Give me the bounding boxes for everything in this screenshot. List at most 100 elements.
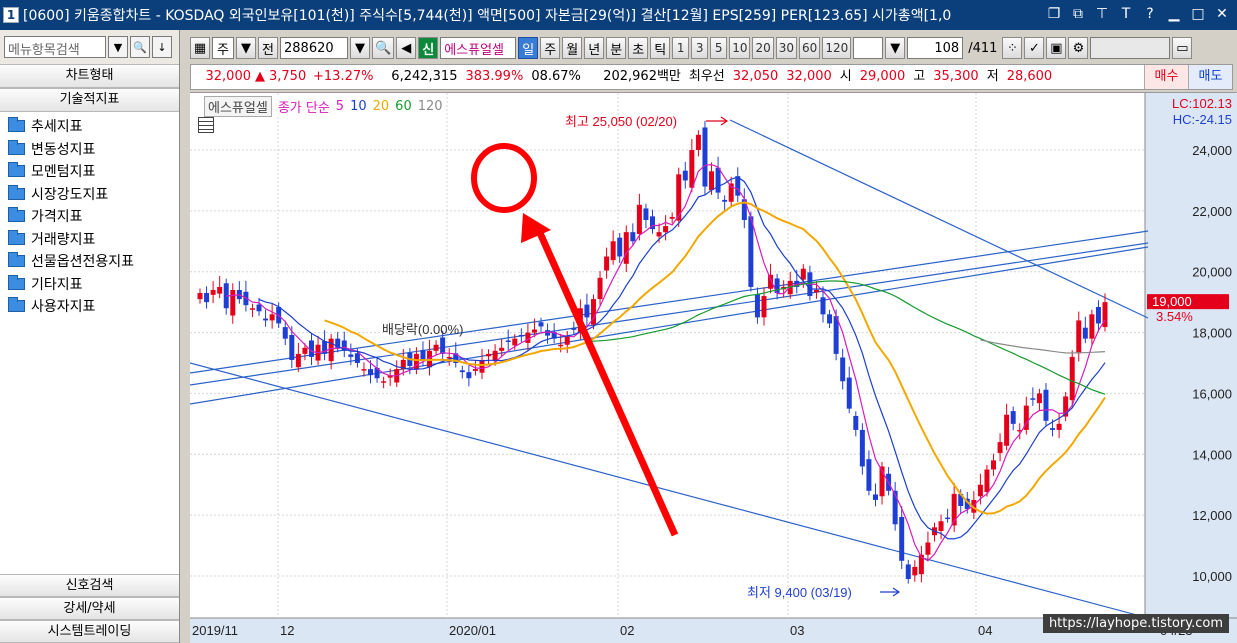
indicator-label: 모멘텀지표 [31, 164, 96, 181]
sell-button[interactable]: 매도 [1188, 65, 1232, 89]
date-tick-label: 04 [978, 623, 992, 638]
indicator-panel: 메뉴항목검색 ▼ 🔍 ↓ 차트형태 기술적지표 추세지표 변동성지표 모멘텀지표… [0, 30, 180, 643]
page-total: /411 [968, 40, 998, 56]
speaker-icon[interactable]: ◀ [396, 37, 417, 59]
period-week[interactable]: 주 [540, 37, 561, 59]
help-icon[interactable]: ? [1141, 5, 1159, 23]
num-1[interactable]: 1 [672, 37, 690, 59]
indicator-trend[interactable]: 추세지표 [0, 115, 179, 138]
minimize-icon[interactable]: ▁ [1165, 5, 1183, 23]
indicator-label: 추세지표 [31, 119, 83, 136]
period-minute[interactable]: 분 [606, 37, 627, 59]
strength-tab[interactable]: 강세/약세 [0, 597, 179, 620]
mode-select[interactable]: 주 [212, 37, 234, 59]
candle-body [1089, 314, 1095, 339]
candle-body [689, 150, 695, 188]
period-second[interactable]: 초 [628, 37, 649, 59]
prev-button[interactable]: 전 [258, 37, 278, 59]
num-120[interactable]: 120 [822, 37, 852, 59]
signal-search-tab[interactable]: 신호검색 [0, 574, 179, 597]
candle-body [1082, 327, 1088, 339]
candle-body [210, 289, 216, 295]
chevron-down-icon[interactable]: ▼ [885, 37, 906, 59]
indicator-volume[interactable]: 거래량지표 [0, 228, 179, 251]
font-icon[interactable]: T [1117, 5, 1135, 23]
candle-body [249, 308, 255, 310]
trend-line [190, 242, 1149, 386]
period-year[interactable]: 년 [584, 37, 605, 59]
price-info-bar: 32,000 ▲ 3,750 +13.27% 6,242,315 383.99%… [190, 64, 1233, 90]
restore-icon[interactable]: ❐ [1045, 5, 1063, 23]
layout-icon[interactable]: ▦ [190, 37, 210, 59]
open-label: 시 [839, 69, 852, 84]
change-percent: +13.27% [313, 69, 374, 84]
candle-body [413, 353, 419, 370]
save-icon[interactable]: ▣ [1046, 37, 1067, 59]
period-tick[interactable]: 틱 [650, 37, 671, 59]
pin-icon[interactable]: ⊤ [1093, 5, 1111, 23]
indicator-label: 사용자지표 [31, 299, 96, 316]
indicator-market-strength[interactable]: 시장강도지표 [0, 183, 179, 206]
volume: 6,242,315 [391, 69, 458, 84]
num-60[interactable]: 60 [799, 37, 821, 59]
arrow-down-icon[interactable]: ↓ [152, 36, 172, 58]
indicator-other[interactable]: 기타지표 [0, 273, 179, 296]
check-icon[interactable]: ✓ [1024, 37, 1045, 59]
custom-period-input[interactable] [853, 37, 884, 59]
price-chart[interactable]: 24,000 22,000 20,000 18,000 16,000 14,000 12,0… [190, 92, 1237, 643]
window-icon[interactable]: ▭ [1172, 37, 1193, 59]
search-icon[interactable]: 🔍 [372, 37, 395, 59]
settings-dots-icon[interactable]: ⁘ [1002, 37, 1023, 59]
indicator-momentum[interactable]: 모멘텀지표 [0, 160, 179, 183]
menu-search-input[interactable]: 메뉴항목검색 [4, 36, 106, 58]
num-5[interactable]: 5 [710, 37, 728, 59]
candle-body [518, 335, 524, 337]
price-axis-bg [1145, 93, 1237, 620]
legend-ma-10: 10 [350, 99, 367, 114]
candle-body [486, 353, 492, 357]
num-10[interactable]: 10 [729, 37, 751, 59]
chevron-down-icon[interactable]: ▼ [236, 37, 256, 59]
page-input[interactable]: 108 [907, 37, 964, 59]
folder-icon [8, 274, 25, 290]
highlight-arrow-shaft [536, 231, 679, 537]
indicator-user[interactable]: 사용자지표 [0, 295, 179, 318]
legend-stock-name[interactable]: 에스퓨얼셀 [204, 96, 272, 117]
period-month[interactable]: 월 [562, 37, 583, 59]
low-arrow-icon [880, 587, 901, 597]
price-tick-label: 12,000 [1192, 508, 1232, 523]
low-label: 저 [986, 69, 999, 84]
candle-body [984, 469, 990, 493]
search-icon[interactable]: 🔍 [130, 36, 150, 58]
chart-type-header[interactable]: 차트형태 [0, 64, 179, 88]
gear-icon[interactable]: ⚙ [1068, 37, 1089, 59]
link-icon[interactable]: ⧉ [1069, 5, 1087, 23]
folder-icon [8, 139, 25, 155]
period-day[interactable]: 일 [518, 37, 539, 59]
num-20[interactable]: 20 [752, 37, 774, 59]
tech-indicator-header[interactable]: 기술적지표 [0, 88, 179, 112]
candle-body [899, 516, 905, 561]
stock-code-input[interactable]: 288620 [280, 37, 348, 59]
close-icon[interactable]: ✕ [1213, 5, 1231, 23]
trade-amount: 202,962백만 [603, 69, 681, 84]
candle-body [997, 442, 1003, 454]
chevron-down-icon[interactable]: ▼ [108, 36, 128, 58]
indicator-volatility[interactable]: 변동성지표 [0, 138, 179, 161]
num-3[interactable]: 3 [691, 37, 709, 59]
candle-body [610, 241, 616, 261]
candle-body [302, 347, 308, 354]
watermark: https://layhope.tistory.com [1042, 614, 1229, 633]
ma-line-10 [258, 176, 1106, 540]
chevron-down-icon[interactable]: ▼ [350, 37, 370, 59]
indicator-price[interactable]: 가격지표 [0, 205, 179, 228]
buy-button[interactable]: 매수 [1144, 65, 1188, 89]
indicator-label: 기타지표 [31, 276, 83, 293]
maximize-icon[interactable]: □ [1189, 5, 1207, 23]
candle-body [977, 484, 983, 497]
num-30[interactable]: 30 [775, 37, 798, 59]
indicator-futures[interactable]: 선물옵션전용지표 [0, 250, 179, 273]
system-trading-tab[interactable]: 시스템트레이딩 [0, 620, 179, 643]
folder-icon [8, 297, 25, 313]
grid-icon[interactable] [198, 117, 214, 133]
